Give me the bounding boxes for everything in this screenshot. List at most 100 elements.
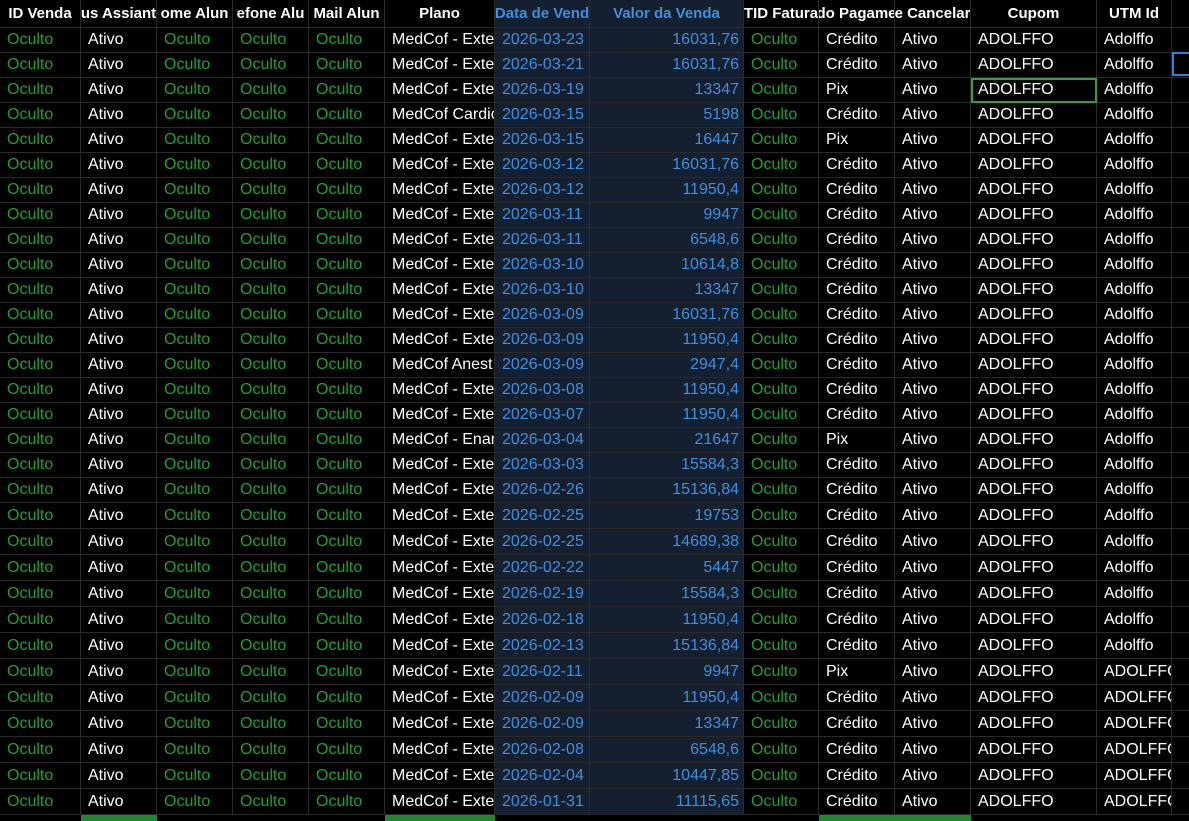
table-cell[interactable]: 19753 (590, 503, 744, 529)
table-cell[interactable] (1172, 278, 1189, 303)
table-cell[interactable]: Oculto (157, 711, 233, 737)
table-cell[interactable]: Ativo (895, 378, 971, 403)
table-cell[interactable]: Oculto (0, 478, 81, 503)
table-cell[interactable]: ADOLFFO (971, 711, 1097, 737)
table-cell[interactable]: Oculto (157, 228, 233, 253)
table-cell[interactable]: Oculto (157, 378, 233, 403)
table-cell[interactable]: Ativo (81, 403, 157, 428)
table-cell[interactable]: ADOLFFO (1097, 737, 1172, 763)
table-cell[interactable]: Oculto (309, 178, 385, 203)
table-cell[interactable]: Oculto (157, 103, 233, 128)
table-cell[interactable]: Oculto (157, 203, 233, 228)
table-cell[interactable] (1172, 555, 1189, 581)
table-cell[interactable]: Oculto (744, 253, 819, 278)
table-cell[interactable]: Oculto (309, 529, 385, 555)
table-cell[interactable]: 2026-02-09 (495, 685, 590, 711)
table-cell[interactable]: Oculto (744, 737, 819, 763)
column-header[interactable]: ID Venda (0, 0, 81, 28)
table-cell[interactable]: 11950,4 (590, 328, 744, 353)
table-cell[interactable]: ADOLFFO (971, 28, 1097, 53)
table-cell[interactable]: ADOLFFO (971, 607, 1097, 633)
table-cell[interactable] (1172, 403, 1189, 428)
table-cell[interactable]: MedCof - Exte (385, 503, 495, 529)
table-cell[interactable]: Oculto (744, 711, 819, 737)
table-cell[interactable]: Crédito (819, 685, 895, 711)
table-cell[interactable]: ADOLFFO (971, 203, 1097, 228)
table-cell[interactable]: Oculto (0, 503, 81, 529)
table-cell[interactable]: Oculto (0, 78, 81, 103)
table-cell[interactable]: Adolffo (1097, 453, 1172, 478)
table-cell[interactable]: 11950,4 (590, 178, 744, 203)
table-cell[interactable]: MedCof - Exte (385, 453, 495, 478)
table-cell[interactable]: Ativo (895, 478, 971, 503)
table-cell[interactable]: Ativo (81, 378, 157, 403)
table-cell[interactable]: 2026-03-12 (495, 153, 590, 178)
table-cell[interactable] (1172, 103, 1189, 128)
table-cell[interactable]: Ativo (895, 353, 971, 378)
table-cell[interactable]: Adolffo (1097, 503, 1172, 529)
table-cell[interactable] (1172, 28, 1189, 53)
table-cell[interactable] (1172, 503, 1189, 529)
table-cell[interactable]: Pix (819, 659, 895, 685)
table-cell[interactable]: MedCof - Exte (385, 737, 495, 763)
table-cell[interactable]: MedCof - Exte (385, 581, 495, 607)
table-cell[interactable]: Crédito (819, 737, 895, 763)
table-cell[interactable]: 2026-02-04 (495, 763, 590, 789)
table-cell[interactable] (1172, 478, 1189, 503)
table-cell[interactable]: Crédito (819, 28, 895, 53)
table-cell[interactable]: MedCof - Exte (385, 128, 495, 153)
table-cell[interactable]: Ativo (895, 128, 971, 153)
table-cell[interactable]: 2026-02-11 (495, 659, 590, 685)
table-cell[interactable]: Oculto (744, 428, 819, 453)
table-cell[interactable]: Oculto (0, 128, 81, 153)
table-cell[interactable]: 2026-03-10 (495, 253, 590, 278)
table-cell[interactable]: 2026-03-04 (495, 428, 590, 453)
table-cell[interactable]: Ativo (81, 478, 157, 503)
table-cell[interactable]: 2026-03-10 (495, 278, 590, 303)
table-cell[interactable]: Ativo (81, 711, 157, 737)
table-cell[interactable]: Oculto (157, 478, 233, 503)
table-cell[interactable]: ADOLFFO (971, 555, 1097, 581)
table-cell[interactable]: ADOLFFO (971, 303, 1097, 328)
table-cell[interactable]: 2026-02-22 (495, 555, 590, 581)
table-cell[interactable]: Oculto (157, 53, 233, 78)
table-cell[interactable] (1172, 633, 1189, 659)
table-cell[interactable]: Crédito (819, 711, 895, 737)
table-cell[interactable]: Oculto (309, 253, 385, 278)
table-cell[interactable] (1172, 607, 1189, 633)
table-cell[interactable]: MedCof - Exte (385, 203, 495, 228)
table-cell[interactable]: Oculto (233, 789, 309, 815)
table-cell[interactable]: Ativo (81, 659, 157, 685)
column-header[interactable]: Ve (1172, 0, 1189, 28)
table-cell[interactable]: 6548,6 (590, 737, 744, 763)
table-cell[interactable]: Oculto (309, 685, 385, 711)
table-cell[interactable]: 9947 (590, 203, 744, 228)
table-cell[interactable]: 2026-02-09 (495, 711, 590, 737)
table-cell[interactable]: Oculto (744, 503, 819, 529)
table-cell[interactable]: Crédito (819, 378, 895, 403)
table-cell[interactable]: 2947,4 (590, 353, 744, 378)
table-cell[interactable]: Oculto (309, 128, 385, 153)
column-header[interactable]: Plano (385, 0, 495, 28)
table-cell[interactable]: Adolffo (1097, 378, 1172, 403)
table-cell[interactable]: ADOLFFO (971, 328, 1097, 353)
table-cell[interactable]: Adolffo (1097, 478, 1172, 503)
table-cell[interactable]: Ativo (895, 659, 971, 685)
table-cell[interactable]: Oculto (233, 607, 309, 633)
table-cell[interactable]: Oculto (233, 328, 309, 353)
table-cell[interactable] (1172, 253, 1189, 278)
table-cell[interactable]: ADOLFFO (971, 659, 1097, 685)
table-cell[interactable] (1172, 203, 1189, 228)
table-cell[interactable]: MedCof - Exte (385, 763, 495, 789)
table-cell[interactable]: Oculto (0, 303, 81, 328)
table-cell[interactable]: Oculto (309, 763, 385, 789)
table-cell[interactable]: Oculto (157, 763, 233, 789)
table-cell[interactable]: Oculto (309, 581, 385, 607)
table-cell[interactable]: Oculto (0, 711, 81, 737)
table-cell[interactable]: Adolffo (1097, 529, 1172, 555)
table-cell[interactable]: Crédito (819, 607, 895, 633)
column-header[interactable]: Mail Alun (309, 0, 385, 28)
column-header[interactable]: e Cancelar (895, 0, 971, 28)
table-cell[interactable]: Oculto (233, 28, 309, 53)
table-cell[interactable]: Ativo (895, 53, 971, 78)
